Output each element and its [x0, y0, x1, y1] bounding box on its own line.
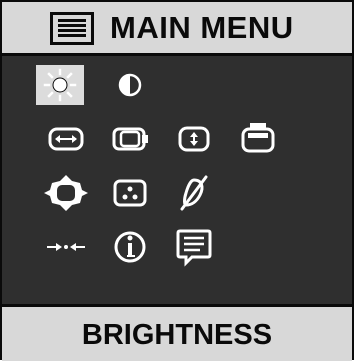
menu-list-icon — [50, 12, 94, 45]
title-bar: MAIN MENU — [2, 2, 352, 56]
osd-main-menu: MAIN MENU BRIGHTNESS — [0, 0, 354, 361]
language-icon[interactable] — [170, 227, 218, 267]
reset-icon[interactable] — [42, 227, 90, 267]
information-icon[interactable] — [106, 227, 154, 267]
vertical-size-icon[interactable] — [170, 119, 218, 159]
horizontal-size-icon[interactable] — [42, 119, 90, 159]
geometry-icon[interactable] — [42, 173, 90, 213]
degauss-icon[interactable] — [170, 173, 218, 213]
brightness-icon[interactable] — [36, 65, 84, 105]
menu-title: MAIN MENU — [110, 10, 294, 45]
vertical-position-icon[interactable] — [234, 119, 282, 159]
selected-item-label: BRIGHTNESS — [81, 319, 273, 351]
horizontal-position-icon[interactable] — [106, 119, 154, 159]
contrast-icon[interactable] — [106, 65, 154, 105]
rgb-color-icon[interactable] — [106, 173, 154, 213]
status-bar: BRIGHTNESS — [2, 304, 352, 361]
